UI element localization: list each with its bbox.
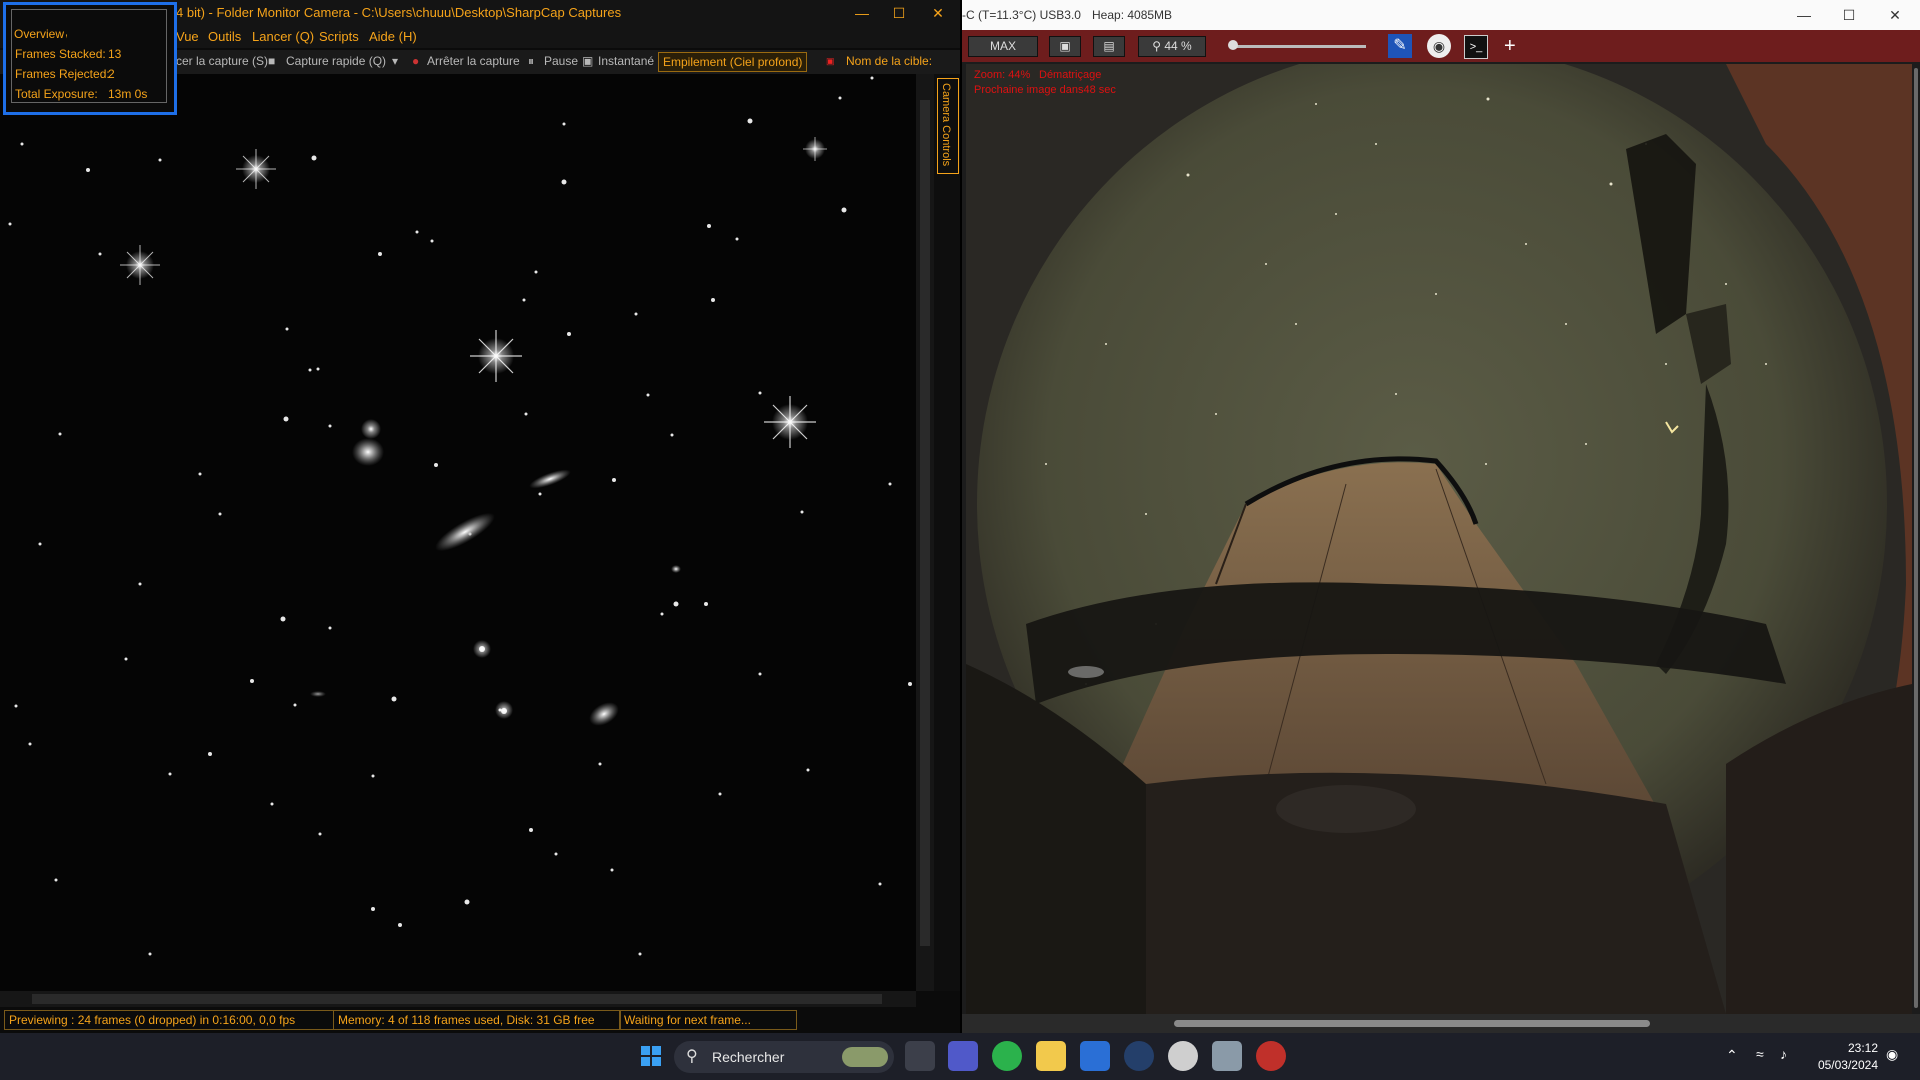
search-icon: ⚲ [686,1048,698,1065]
volume-icon[interactable]: ♪ [1780,1046,1787,1062]
frames-stacked-value: 13 [108,47,122,61]
clock-date[interactable]: 05/03/2024 [1818,1058,1878,1072]
search-highlight-image [842,1047,888,1067]
taskbar: ⚲ Rechercher ⌃ ≈ ♪ 23:12 05/03/2024 ◉ [0,1033,1920,1080]
app-blue-icon[interactable] [1124,1041,1154,1071]
debayer-overlay: Dématriçage [1039,69,1102,81]
chevron-up-icon[interactable]: ⌃ [1726,1047,1738,1064]
scroll-thumb[interactable] [32,994,882,1004]
monitor-icon: ▤ [1103,39,1115,53]
window-title: 4 bit) - Folder Monitor Camera - C:\User… [176,5,622,20]
zoom-slider[interactable] [1230,45,1366,48]
menu-tools[interactable]: Outils [208,29,241,44]
minimize-button[interactable]: — [1781,0,1827,30]
fullscreen-button[interactable]: ▤ [1093,36,1125,57]
fisheye-sky-image [966,64,1912,1014]
allsky-image-view[interactable]: Zoom: 44% Dématriçage Prochaine image da… [966,64,1912,1014]
run-icon[interactable]: ✎ [1388,34,1412,58]
teams-icon[interactable] [948,1041,978,1071]
windows-icon [641,1046,661,1066]
total-exposure-value: 13m 0s [108,87,148,101]
allsky-vertical-scrollbar[interactable] [1912,64,1920,1014]
zoom-slider-handle[interactable] [1228,40,1238,50]
deep-sky-image [0,74,916,991]
close-button[interactable]: ✕ [918,0,958,26]
maximize-button[interactable]: ☐ [879,0,919,26]
taskbar-search[interactable]: ⚲ Rechercher [674,1041,894,1073]
monitor-icon: ▣ [1059,39,1071,53]
menu-help[interactable]: Aide (H) [369,29,417,44]
sharpcap-app-icon[interactable] [1256,1041,1286,1071]
scroll-thumb[interactable] [1174,1020,1650,1027]
start-button[interactable] [636,1041,666,1071]
menu-view[interactable]: Vue [176,29,199,44]
app-moon-icon[interactable] [1168,1041,1198,1071]
close-button[interactable]: ✕ [1872,0,1918,30]
file-explorer-icon[interactable] [1036,1041,1066,1071]
menu-scripts[interactable]: Scripts [319,29,359,44]
search-placeholder: Rechercher [712,1049,785,1065]
live-stack-button[interactable]: Empilement (Ciel profond) [658,52,808,72]
frames-rejected-label: Frames Rejected: [15,67,110,81]
preview-status: Previewing : 24 frames (0 dropped) in 0:… [4,1010,334,1030]
app-green-icon[interactable] [992,1041,1022,1071]
fit-window-button[interactable]: ▣ [1049,36,1081,57]
zoom-control[interactable]: ⚲ 44 % [1138,36,1206,57]
terminal-icon[interactable]: >_ [1464,35,1488,59]
camera-icon: ■ [268,54,276,68]
quick-capture-button[interactable]: Capture rapide (Q) [286,54,386,68]
allsky-horizontal-scrollbar[interactable] [962,1014,1920,1033]
pause-icon: ⏸ [528,54,535,68]
camera-info: -C (T=11.3°C) USB3.0 [962,8,1081,22]
maximize-button[interactable]: ☐ [1826,0,1872,30]
camera-controls-label: Camera Controls [940,83,952,167]
notification-icon[interactable]: ◉ [1886,1046,1898,1063]
memory-status: Memory: 4 of 118 frames used, Disk: 31 G… [333,1010,621,1030]
task-view-icon[interactable] [905,1041,935,1071]
minimize-button[interactable]: — [842,0,882,26]
camera-controls-tab[interactable]: Camera Controls [937,78,959,174]
scroll-thumb[interactable] [1914,68,1918,1008]
overview-legend: Overview [12,27,67,41]
total-exposure-label: Total Exposure: [15,87,98,101]
start-capture-button[interactable]: cer la capture (S) [176,54,268,68]
max-button[interactable]: MAX [968,36,1038,57]
side-panel: Camera Controls [934,74,960,991]
stacked-image-view[interactable] [0,74,916,991]
target-name-label: Nom de la cible: [846,54,933,68]
next-image-overlay: Prochaine image dans48 sec [974,84,1116,96]
magnifier-icon: ⚲ [1152,39,1165,53]
clock-time[interactable]: 23:12 [1848,1041,1878,1055]
stop-capture-button[interactable]: Arrêter la capture [427,54,520,68]
snapshot-icon: ▣ [582,54,594,68]
live-stack-label: Empilement (Ciel profond) [663,55,803,69]
wifi-icon[interactable]: ≈ [1756,1046,1764,1062]
menu-run[interactable]: Lancer (Q) [252,29,314,44]
zoom-value: 44 % [1164,39,1192,53]
sharpcap-window: 4 bit) - Folder Monitor Camera - C:\User… [0,0,960,1033]
scroll-thumb[interactable] [920,100,930,946]
zoom-overlay: Zoom: 44% [974,69,1031,81]
chevron-down-icon[interactable]: ▾ [392,54,398,68]
pause-button[interactable]: Pause [544,54,578,68]
allsky-app-icon[interactable] [1212,1041,1242,1071]
image-horizontal-scrollbar[interactable] [0,991,916,1007]
record-icon[interactable]: ◉ [1427,34,1451,58]
snapshot-button[interactable]: Instantané [598,54,654,68]
heap-info: Heap: 4085MB [1092,8,1173,22]
frames-rejected-value: 2 [108,67,115,81]
store-icon[interactable] [1080,1041,1110,1071]
add-icon[interactable]: + [1504,34,1516,58]
allsky-toolbar: MAX ▣ ▤ ⚲ 44 % ✎ ◉ >_ + [962,30,1920,62]
frames-stacked-label: Frames Stacked: [15,47,106,61]
allsky-window: -C (T=11.3°C) USB3.0 Heap: 4085MB — ☐ ✕ … [962,0,1920,1033]
target-icon: ▣ [826,56,835,66]
allsky-title-bar[interactable]: -C (T=11.3°C) USB3.0 Heap: 4085MB — ☐ ✕ [962,0,1920,30]
stop-icon: ● [412,54,420,68]
image-vertical-scrollbar[interactable] [916,74,934,991]
status-bar: Previewing : 24 frames (0 dropped) in 0:… [0,1007,960,1033]
waiting-status: Waiting for next frame... [619,1010,797,1030]
